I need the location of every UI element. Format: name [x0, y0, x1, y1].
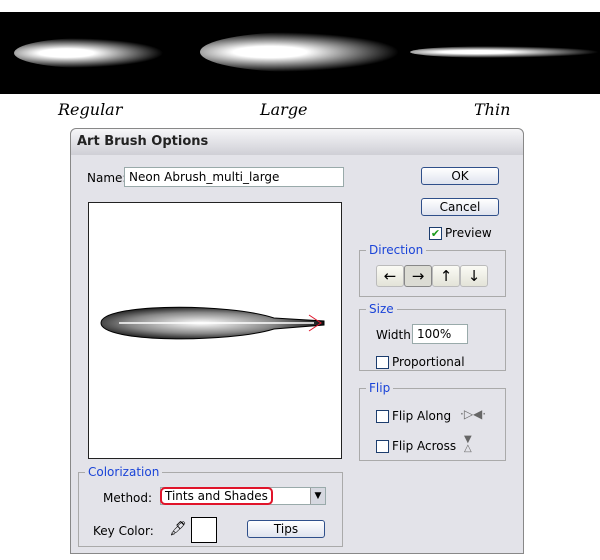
proportional-checkbox[interactable]: Proportional	[376, 355, 465, 369]
direction-legend: Direction	[369, 243, 424, 257]
size-legend: Size	[369, 302, 394, 316]
chevron-down-icon[interactable]: ▼	[310, 488, 325, 504]
name-label: Name:	[87, 171, 127, 185]
colorization-legend: Colorization	[88, 465, 160, 479]
method-value: Tints and Shades	[160, 487, 273, 505]
flip-across-label: Flip Across	[392, 439, 457, 453]
direction-left-button[interactable]: ←	[376, 265, 404, 287]
thin-label: Thin	[474, 100, 511, 119]
dialog-title: Art Brush Options	[71, 129, 523, 155]
direction-group: Direction ← → ↑ ↓	[359, 243, 506, 297]
brush-samples-strip	[0, 12, 600, 94]
direction-down-button[interactable]: ↓	[460, 265, 488, 287]
flip-along-icon: ·▷◀·	[460, 407, 487, 421]
cancel-button[interactable]: Cancel	[421, 198, 499, 216]
flip-group: Flip Flip Along ·▷◀· Flip Across ▼ △	[359, 381, 506, 461]
direction-up-button[interactable]: ↑	[432, 265, 460, 287]
eyedropper-icon[interactable]: 🖋	[169, 521, 187, 537]
size-group: Size Width: 100% Proportional	[359, 302, 506, 371]
name-input[interactable]: Neon Abrush_multi_large	[124, 167, 344, 187]
brush-stroke-preview	[100, 306, 325, 340]
large-brush-sample	[200, 32, 400, 72]
flip-across-checkbox[interactable]: Flip Across	[376, 439, 456, 453]
preview-label: Preview	[445, 226, 492, 240]
key-color-label: Key Color:	[93, 524, 154, 538]
regular-label: Regular	[58, 100, 123, 119]
check-icon: ✔	[429, 227, 442, 240]
flip-legend: Flip	[369, 381, 391, 395]
art-brush-options-dialog: Art Brush Options Name: Neon Abrush_mult…	[70, 128, 524, 554]
large-label: Large	[260, 100, 308, 119]
key-color-swatch[interactable]	[191, 517, 217, 543]
colorization-group: Colorization Method: Tints and Shades ▼ …	[78, 465, 343, 547]
method-label: Method:	[103, 491, 153, 505]
regular-brush-sample	[14, 38, 164, 68]
ok-button[interactable]: OK	[421, 167, 499, 185]
flip-across-icon: ▼ △	[464, 434, 472, 454]
preview-checkbox[interactable]: ✔ Preview	[429, 226, 492, 240]
brush-preview	[88, 202, 342, 459]
thin-brush-sample	[410, 46, 600, 58]
flip-along-checkbox[interactable]: Flip Along	[376, 409, 451, 423]
flip-along-label: Flip Along	[392, 409, 452, 423]
width-label: Width:	[376, 328, 415, 342]
tips-button[interactable]: Tips	[247, 520, 325, 538]
method-select[interactable]: Tints and Shades ▼	[160, 487, 326, 505]
proportional-label: Proportional	[392, 355, 465, 369]
direction-right-button[interactable]: →	[404, 265, 432, 287]
width-input[interactable]: 100%	[412, 324, 468, 344]
